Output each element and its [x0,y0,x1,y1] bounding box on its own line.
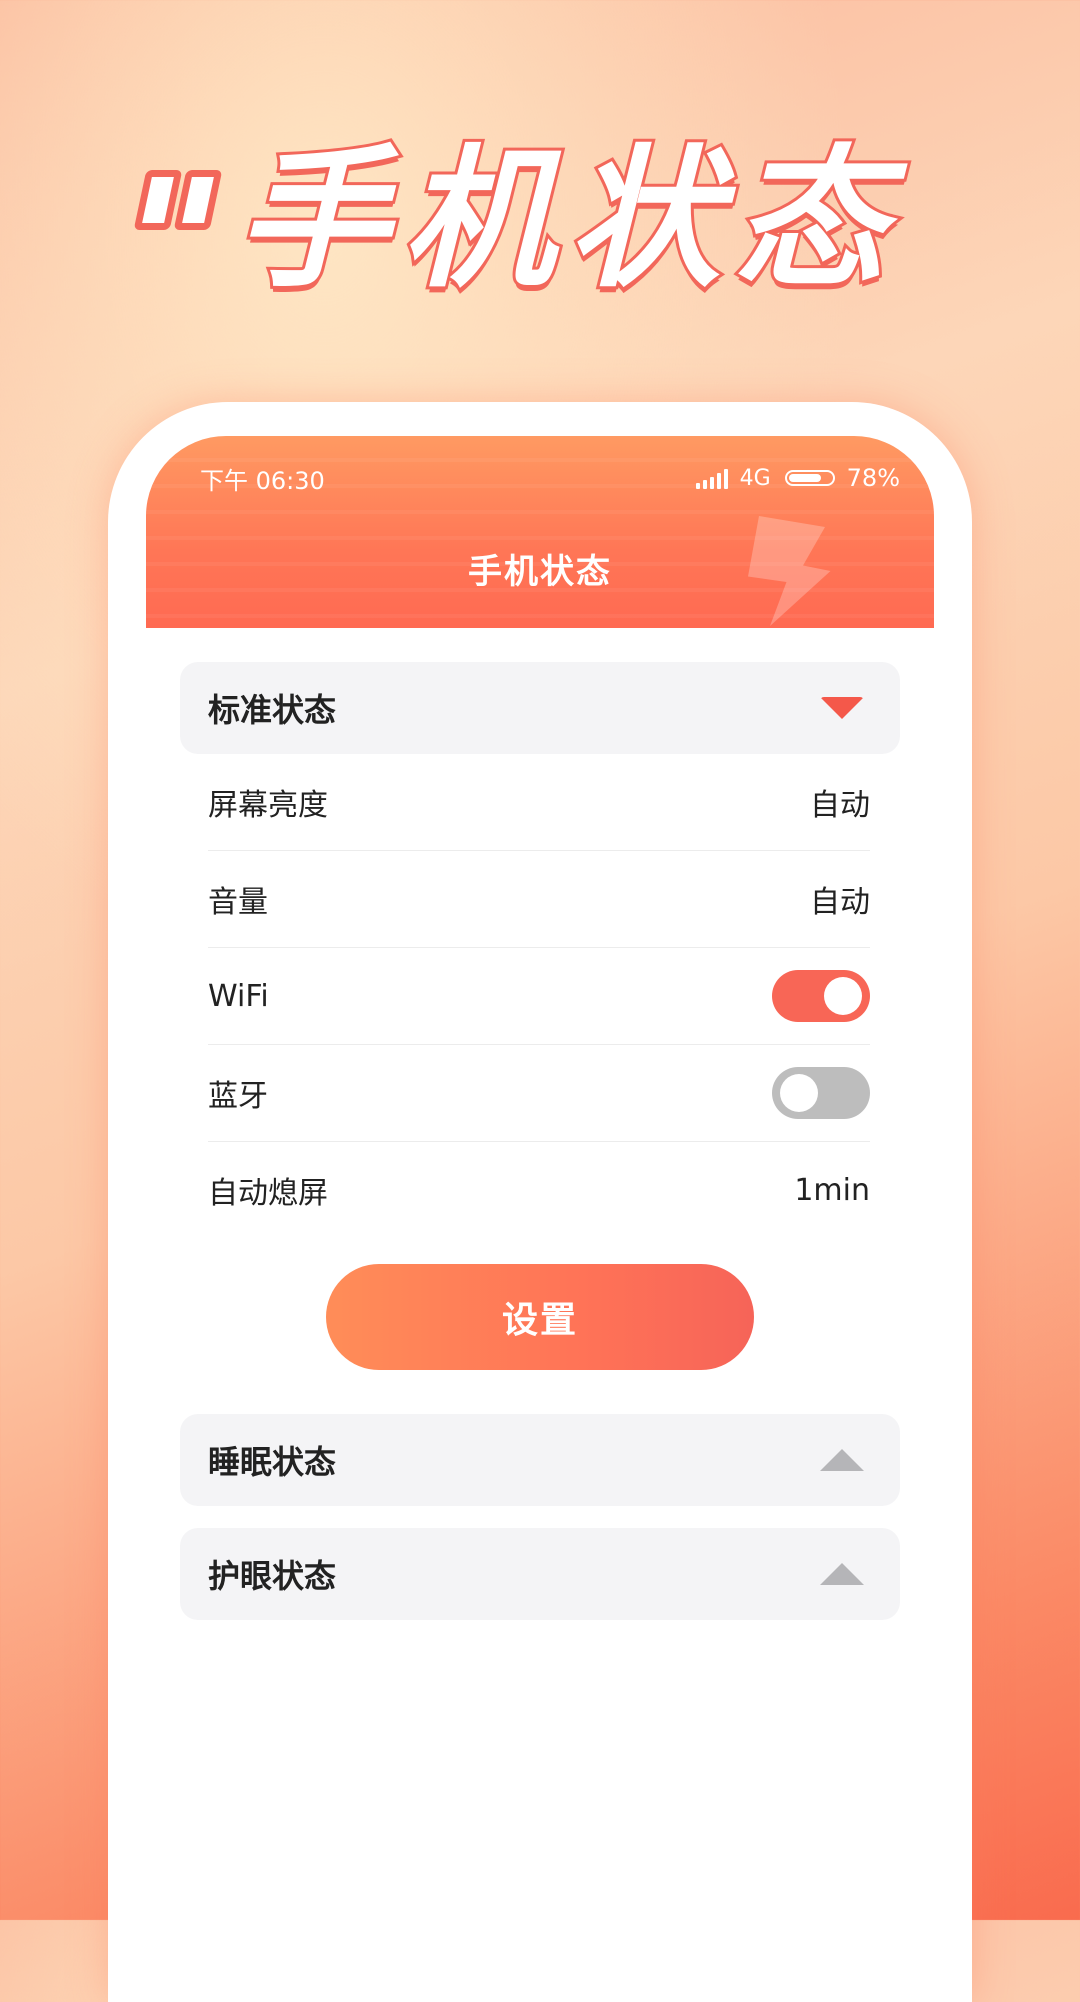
page-title: 手机状态 [468,552,612,592]
chevron-up-icon [820,1449,864,1471]
quote-mark-icon [133,170,223,230]
phone-screen: 下午 06:30 4G 78% 手机状态 标准状态 屏幕亮度 自动 音量 自动 [146,436,934,1936]
row-volume[interactable]: 音量 自动 [208,851,870,948]
app-header: 下午 06:30 4G 78% 手机状态 [146,436,934,628]
toggle-knob [824,977,862,1015]
row-value: 自动 [810,788,870,823]
row-label: WiFi [208,978,269,1014]
section-eye-header[interactable]: 护眼状态 [180,1528,900,1620]
row-label: 蓝牙 [208,1079,268,1114]
bluetooth-toggle[interactable] [772,1067,870,1119]
battery-icon [784,470,835,486]
wifi-toggle[interactable] [772,970,870,1022]
row-value: 自动 [810,885,870,920]
battery-percent: 78% [846,464,900,492]
chevron-down-icon [820,697,864,719]
hero-title: 手机状态 [233,131,900,308]
status-bar: 下午 06:30 4G 78% [200,458,900,498]
row-value: 1min [794,1172,870,1208]
signal-icon [695,467,728,489]
row-wifi: WiFi [208,948,870,1045]
section-title: 标准状态 [208,691,337,729]
status-time: 下午 06:30 [200,466,325,495]
hero-banner: 手机状态 [133,131,900,308]
network-type: 4G [739,465,771,491]
row-brightness[interactable]: 屏幕亮度 自动 [208,754,870,851]
settings-list: 屏幕亮度 自动 音量 自动 WiFi 蓝牙 自动熄屏 1min [180,754,900,1238]
toggle-knob [780,1074,818,1112]
main-content: 标准状态 屏幕亮度 自动 音量 自动 WiFi 蓝牙 自动熄屏 1min 设置 … [146,628,934,1620]
row-label: 自动熄屏 [208,1176,328,1211]
section-title: 睡眠状态 [208,1443,337,1481]
row-label: 屏幕亮度 [208,788,328,823]
section-title: 护眼状态 [208,1557,337,1595]
row-bluetooth: 蓝牙 [208,1045,870,1142]
row-screen-timeout[interactable]: 自动熄屏 1min [208,1142,870,1238]
section-standard-header[interactable]: 标准状态 [180,662,900,754]
set-button[interactable]: 设置 [326,1264,754,1370]
row-label: 音量 [208,885,268,920]
section-sleep-header[interactable]: 睡眠状态 [180,1414,900,1506]
chevron-up-icon [820,1563,864,1585]
